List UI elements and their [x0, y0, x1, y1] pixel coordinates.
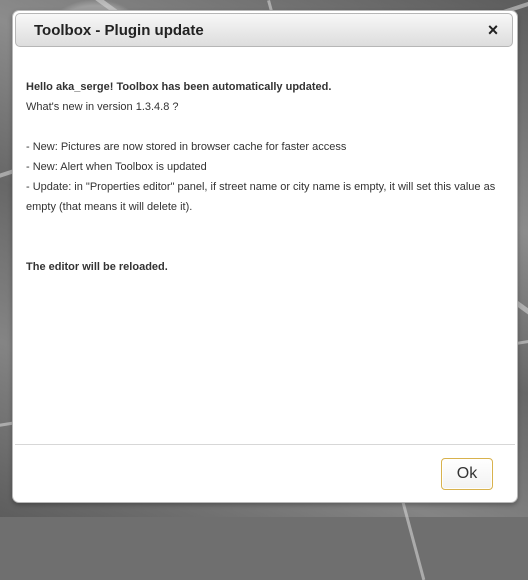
ok-button[interactable]: Ok	[441, 458, 493, 490]
reload-notice: The editor will be reloaded.	[26, 261, 168, 273]
change-item: - New: Alert when Toolbox is updated	[26, 161, 207, 173]
greeting-text: Hello aka_serge! Toolbox has been automa…	[26, 81, 332, 93]
dialog-titlebar: Toolbox - Plugin update ×	[15, 13, 513, 47]
change-item: - New: Pictures are now stored in browse…	[26, 141, 347, 153]
change-item: - Update: in "Properties editor" panel, …	[26, 181, 496, 213]
version-text: What's new in version 1.3.4.8 ?	[26, 101, 179, 113]
dialog-separator	[15, 444, 515, 445]
plugin-update-dialog: Toolbox - Plugin update × Hello aka_serg…	[12, 10, 518, 503]
dialog-title: Toolbox - Plugin update	[34, 22, 204, 39]
dialog-content: Hello aka_serge! Toolbox has been automa…	[26, 77, 504, 277]
close-icon[interactable]: ×	[482, 19, 504, 41]
